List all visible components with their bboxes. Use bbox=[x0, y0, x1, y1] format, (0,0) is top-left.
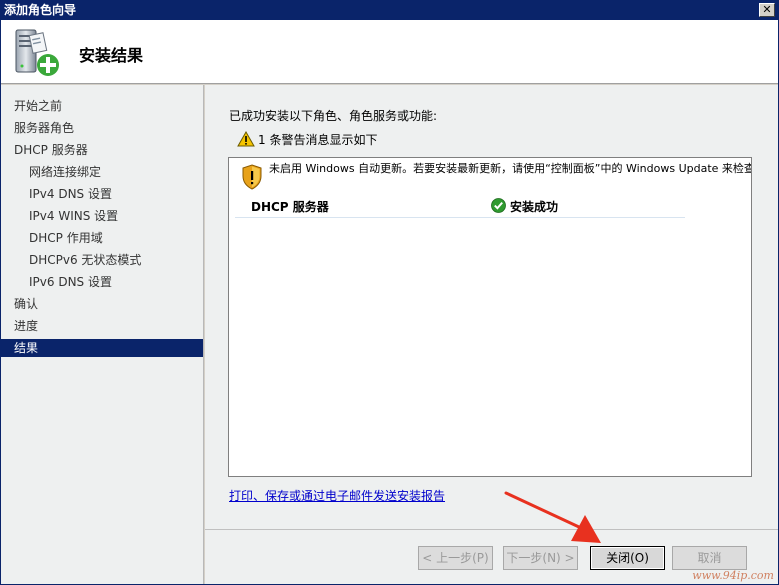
server-add-role-icon bbox=[15, 29, 59, 76]
row-divider bbox=[235, 217, 685, 218]
close-icon: ✕ bbox=[762, 3, 772, 16]
add-roles-wizard-window: 添加角色向导 ✕ 安装结果 开始之前 服务器角色 DHCP 服务器 网络连接绑定… bbox=[0, 0, 779, 585]
nav-item-dhcp-scope[interactable]: DHCP 作用域 bbox=[1, 229, 203, 247]
nav-item-ipv4-dns[interactable]: IPv4 DNS 设置 bbox=[1, 185, 203, 203]
window-title: 添加角色向导 bbox=[4, 3, 77, 17]
back-button[interactable]: < 上一步(P) bbox=[418, 546, 493, 570]
nav-item-results[interactable]: 结果 bbox=[1, 339, 203, 357]
shield-warning-icon bbox=[242, 164, 262, 190]
title-bar[interactable]: 添加角色向导 ✕ bbox=[1, 1, 778, 20]
warning-icon bbox=[237, 131, 255, 147]
results-panel: 已成功安装以下角色、角色服务或功能: 1 条警告消息显示如下 未启用 Windo… bbox=[205, 85, 778, 529]
warning-summary-text: 1 条警告消息显示如下 bbox=[258, 133, 378, 147]
windows-update-notice: 未启用 Windows 自动更新。若要安装最新更新，请使用“控制面板”中的 Wi… bbox=[269, 162, 752, 175]
nav-item-confirmation[interactable]: 确认 bbox=[1, 295, 203, 313]
wizard-header: 安装结果 bbox=[1, 20, 778, 84]
nav-item-server-roles[interactable]: 服务器角色 bbox=[1, 119, 203, 137]
success-check-icon bbox=[491, 198, 506, 213]
nav-item-ipv4-wins[interactable]: IPv4 WINS 设置 bbox=[1, 207, 203, 225]
close-button[interactable]: 关闭(O) bbox=[590, 546, 665, 570]
nav-item-dhcpv6-stateless[interactable]: DHCPv6 无状态模式 bbox=[1, 251, 203, 269]
watermark-text: www.94ip.com bbox=[692, 569, 774, 582]
next-button[interactable]: 下一步(N) > bbox=[503, 546, 578, 570]
close-window-button[interactable]: ✕ bbox=[759, 3, 775, 17]
nav-item-dhcp-server[interactable]: DHCP 服务器 bbox=[1, 141, 203, 159]
cancel-button[interactable]: 取消 bbox=[672, 546, 747, 570]
results-box[interactable]: 未启用 Windows 自动更新。若要安装最新更新，请使用“控制面板”中的 Wi… bbox=[228, 157, 752, 477]
wizard-nav: 开始之前 服务器角色 DHCP 服务器 网络连接绑定 IPv4 DNS 设置 I… bbox=[1, 85, 204, 584]
page-title: 安装结果 bbox=[79, 46, 144, 65]
nav-item-before-you-begin[interactable]: 开始之前 bbox=[1, 97, 203, 115]
nav-item-ipv6-dns[interactable]: IPv6 DNS 设置 bbox=[1, 273, 203, 291]
role-install-status: 安装成功 bbox=[510, 200, 559, 214]
role-name: DHCP 服务器 bbox=[251, 200, 329, 214]
nav-item-progress[interactable]: 进度 bbox=[1, 317, 203, 335]
installation-report-link[interactable]: 打印、保存或通过电子邮件发送安装报告 bbox=[229, 487, 445, 504]
intro-text: 已成功安装以下角色、角色服务或功能: bbox=[229, 109, 438, 123]
nav-item-network-binding[interactable]: 网络连接绑定 bbox=[1, 163, 203, 181]
